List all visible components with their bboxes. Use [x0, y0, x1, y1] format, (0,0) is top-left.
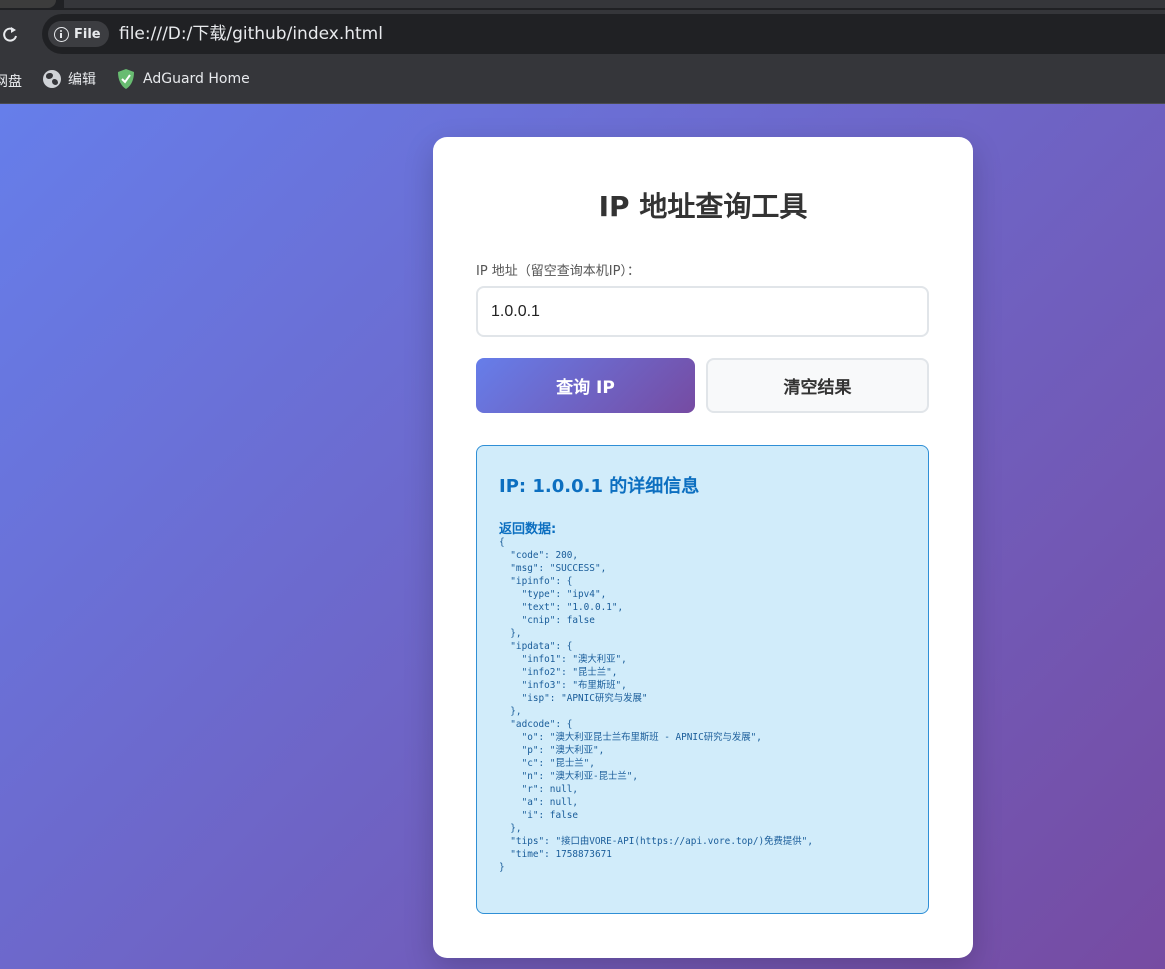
site-info-chip[interactable]: File: [48, 21, 109, 47]
bookmarks-bar: 网盘 编辑 AdGuard Home: [0, 58, 1165, 104]
tab-strip: [0, 0, 1165, 10]
query-ip-button[interactable]: 查询 IP: [476, 358, 695, 413]
tab-strip-bar: [64, 0, 1165, 8]
globe-icon: [43, 70, 61, 88]
result-json: { "code": 200, "msg": "SUCCESS", "ipinfo…: [499, 537, 813, 873]
bookmark-label: 编辑: [68, 72, 96, 88]
reload-icon-svg: [3, 27, 17, 42]
ip-input[interactable]: [476, 286, 929, 337]
info-icon: [54, 26, 69, 42]
site-info-label: File: [74, 26, 101, 42]
bookmark-edit[interactable]: 编辑: [43, 69, 96, 89]
result-panel: IP: 1.0.0.1 的详细信息 返回数据: { "code": 200, "…: [476, 445, 929, 914]
page-title: IP 地址查询工具: [598, 190, 808, 223]
address-bar[interactable]: File file:///D:/下载/github/index.html: [42, 14, 1165, 54]
url-text[interactable]: file:///D:/下载/github/index.html: [119, 23, 383, 45]
bookmark-netdisk[interactable]: 网盘: [0, 71, 22, 91]
bookmark-adguard[interactable]: AdGuard Home: [116, 68, 250, 90]
result-title: IP: 1.0.0.1 的详细信息: [499, 476, 700, 497]
shield-icon: [118, 69, 134, 89]
clear-results-button[interactable]: 清空结果: [706, 358, 929, 413]
ip-input-label: IP 地址（留空查询本机IP）：: [476, 264, 640, 279]
bookmark-label: 网盘: [0, 74, 22, 90]
main-card: IP 地址查询工具 IP 地址（留空查询本机IP）： 查询 IP 清空结果 IP…: [433, 137, 973, 958]
page-viewport: IP 地址查询工具 IP 地址（留空查询本机IP）： 查询 IP 清空结果 IP…: [0, 104, 1165, 969]
active-tab-edge[interactable]: [0, 0, 56, 8]
bookmark-label: AdGuard Home: [143, 71, 250, 87]
reload-icon[interactable]: [0, 22, 22, 46]
result-subtitle: 返回数据:: [499, 522, 557, 537]
browser-toolbar: File file:///D:/下载/github/index.html: [0, 10, 1165, 58]
